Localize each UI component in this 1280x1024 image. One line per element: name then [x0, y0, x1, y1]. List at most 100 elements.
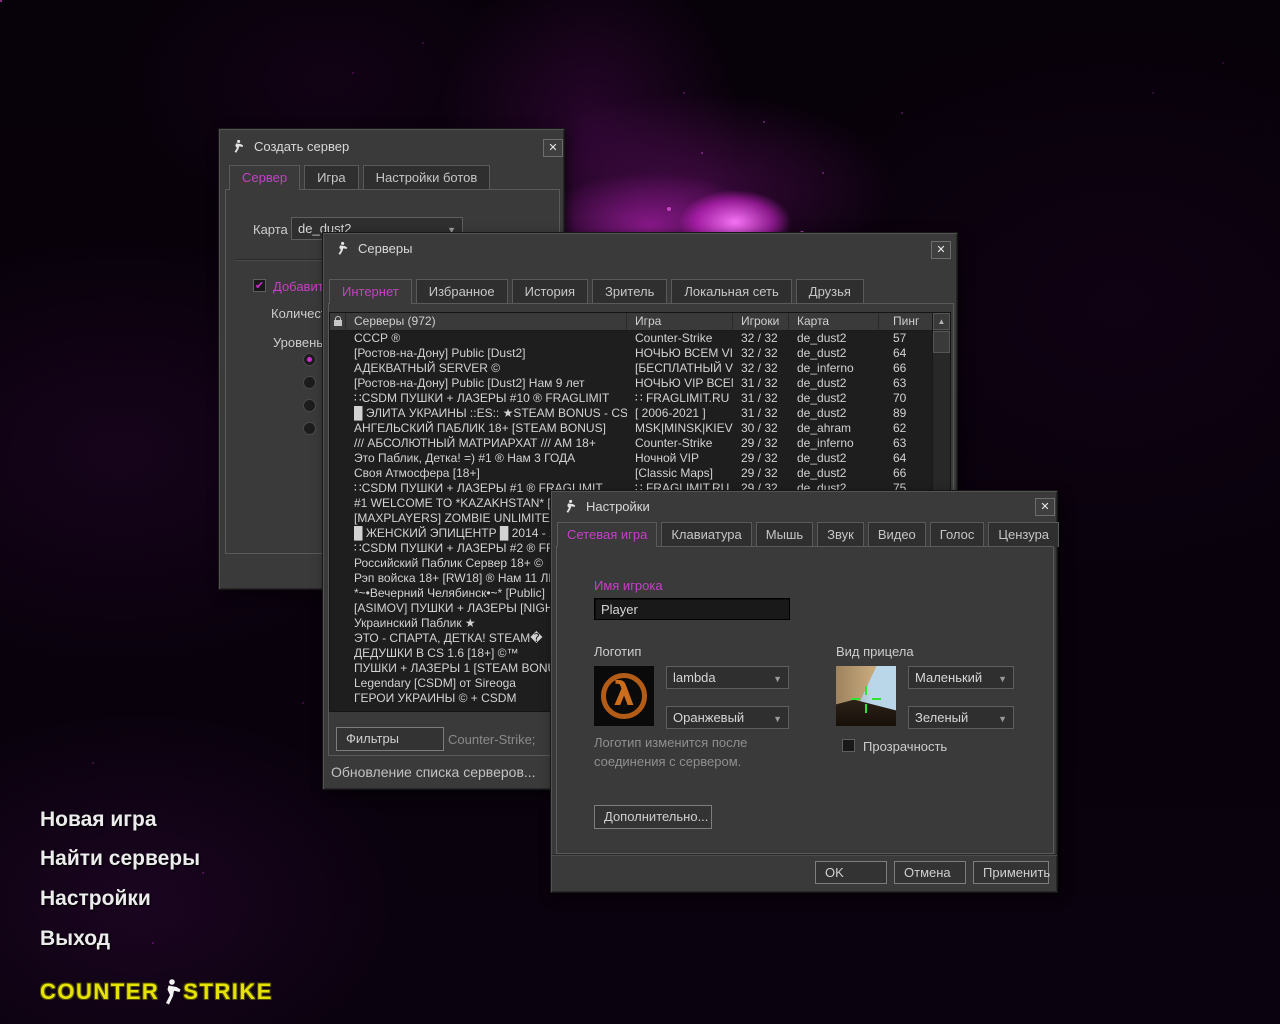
cell-lock [330, 346, 346, 361]
advanced-button[interactable]: Дополнительно... [594, 805, 712, 829]
tab-server[interactable]: Сервер [229, 165, 300, 190]
tab-favorites[interactable]: Избранное [416, 279, 508, 304]
ok-button[interactable]: OK [815, 861, 887, 884]
transparency-checkbox[interactable] [842, 739, 855, 752]
cell-lock [330, 601, 346, 616]
create-server-titlebar[interactable]: Создать сервер [219, 129, 564, 163]
column-servers[interactable]: Серверы (972) [346, 313, 627, 330]
cell-ping: 64 [879, 346, 934, 361]
logo-color-dropdown[interactable]: Оранжевый ▼ [666, 706, 789, 729]
menu-item-find-servers[interactable]: Найти серверы [40, 847, 200, 871]
logo-strike-text: STRIKE [183, 979, 273, 1005]
bot-level-label: Уровень [273, 335, 323, 350]
tab-multiplayer[interactable]: Сетевая игра [557, 522, 657, 547]
server-row[interactable]: [Ростов-на-Дону] Public [Dust2] Нам 9 ле… [330, 376, 950, 391]
tab-keyboard[interactable]: Клавиатура [661, 522, 751, 547]
window-title: Создать сервер [254, 139, 349, 154]
cell-lock [330, 436, 346, 451]
cell-players: 32 / 32 [733, 361, 789, 376]
cell-ping: 66 [879, 466, 934, 481]
close-icon[interactable]: ✕ [931, 241, 951, 259]
cs-soldier-icon [161, 978, 181, 1006]
cell-lock [330, 571, 346, 586]
column-players[interactable]: Игроки [733, 313, 789, 330]
cell-ping: 57 [879, 331, 934, 346]
close-icon[interactable]: ✕ [1035, 498, 1055, 516]
bot-quantity-label: Количест [271, 306, 327, 321]
cell-ping: 70 [879, 391, 934, 406]
logo-label: Логотип [594, 644, 641, 659]
cell-lock [330, 451, 346, 466]
cell-ping: 62 [879, 421, 934, 436]
menu-item-new-game[interactable]: Новая игра [40, 808, 157, 832]
add-bots-checkbox[interactable]: ✔ [253, 279, 266, 292]
tab-internet[interactable]: Интернет [329, 279, 412, 304]
cell-lock [330, 496, 346, 511]
cell-lock [330, 361, 346, 376]
server-row[interactable]: Своя Атмосфера [18+][Classic Maps]29 / 3… [330, 466, 950, 481]
cell-lock [330, 541, 346, 556]
logo-color-value: Оранжевый [673, 710, 744, 725]
tab-spectate[interactable]: Зритель [592, 279, 667, 304]
scrollbar-thumb[interactable] [933, 331, 950, 353]
cell-game: НОЧЬЮ VIP ВСЕМ [627, 376, 733, 391]
cell-ping: 64 [879, 451, 934, 466]
lock-icon-column[interactable] [330, 313, 346, 330]
cell-name: [Ростов-на-Дону] Public [Dust2] [346, 346, 627, 361]
menu-item-options[interactable]: Настройки [40, 887, 151, 911]
cell-game: [ 2006-2021 ] [627, 406, 733, 421]
tab-history[interactable]: История [512, 279, 588, 304]
cell-lock [330, 691, 346, 706]
settings-titlebar[interactable]: Настройки [551, 491, 1057, 521]
divider [552, 854, 1057, 855]
tab-bots[interactable]: Настройки ботов [363, 165, 491, 190]
particle-sparks [0, 0, 2, 2]
cs-window-icon [562, 499, 577, 514]
crosshair-color-dropdown[interactable]: Зеленый ▼ [908, 706, 1014, 729]
menu-item-quit[interactable]: Выход [40, 927, 110, 951]
bot-level-radio-4[interactable] [303, 422, 316, 435]
tab-mouse[interactable]: Мышь [756, 522, 813, 547]
tab-lan[interactable]: Локальная сеть [671, 279, 791, 304]
cell-lock [330, 406, 346, 421]
server-row[interactable]: /// АБСОЛЮТНЫЙ МАТРИАРХАТ /// АМ 18+Coun… [330, 436, 950, 451]
cell-game: Counter-Strike [627, 436, 733, 451]
apply-button[interactable]: Применить [973, 861, 1049, 884]
logo-value: lambda [673, 670, 716, 685]
tab-game[interactable]: Игра [304, 165, 359, 190]
bot-level-radio-3[interactable] [303, 399, 316, 412]
server-row[interactable]: АНГЕЛЬСКИЙ ПАБЛИК 18+ [STEAM BONUS]MSK|M… [330, 421, 950, 436]
column-ping[interactable]: Пинг [879, 313, 934, 330]
window-title: Настройки [586, 499, 650, 514]
server-row[interactable]: Это Паблик, Детка! =) #1 ® Нам 3 ГОДАНоч… [330, 451, 950, 466]
bot-level-radio-1[interactable] [303, 353, 316, 366]
server-row[interactable]: [Ростов-на-Дону] Public [Dust2]НОЧЬЮ ВСЕ… [330, 346, 950, 361]
server-row[interactable]: ∷CSDM ПУШКИ + ЛАЗЕРЫ #10 ® FRAGLIMIT∷ FR… [330, 391, 950, 406]
logo-dropdown[interactable]: lambda ▼ [666, 666, 789, 689]
cell-lock [330, 661, 346, 676]
filters-button[interactable]: Фильтры [336, 727, 444, 751]
column-game[interactable]: Игра [627, 313, 733, 330]
cell-players: 30 / 32 [733, 421, 789, 436]
tab-audio[interactable]: Звук [817, 522, 864, 547]
servers-titlebar[interactable]: Серверы [323, 233, 957, 263]
server-row[interactable]: АДЕКВАТНЫЙ SERVER ©[БЕСПЛАТНЫЙ VIP]32 / … [330, 361, 950, 376]
server-row[interactable]: СССР ®Counter-Strike32 / 32de_dust257 [330, 331, 950, 346]
tab-voice[interactable]: Голос [930, 522, 985, 547]
cancel-button[interactable]: Отмена [894, 861, 966, 884]
cell-map: de_dust2 [789, 376, 879, 391]
tab-video[interactable]: Видео [868, 522, 926, 547]
tab-censor[interactable]: Цензура [988, 522, 1059, 547]
column-map[interactable]: Карта [789, 313, 879, 330]
bot-level-radio-2[interactable] [303, 376, 316, 389]
desktop-background: Создать сервер ✕ СерверИграНастройки бот… [0, 0, 1280, 1024]
tab-friends[interactable]: Друзья [796, 279, 864, 304]
scroll-up-icon[interactable]: ▲ [933, 313, 950, 330]
cell-map: de_dust2 [789, 466, 879, 481]
server-row[interactable]: █ ЭЛИТА УКРАИНЫ ::ES:: ★STEAM BONUS - CS… [330, 406, 950, 421]
crosshair-size-dropdown[interactable]: Маленький ▼ [908, 666, 1014, 689]
player-name-input[interactable]: Player [594, 598, 790, 620]
chevron-down-icon: ▼ [998, 711, 1007, 728]
cell-lock [330, 616, 346, 631]
close-icon[interactable]: ✕ [543, 139, 563, 157]
